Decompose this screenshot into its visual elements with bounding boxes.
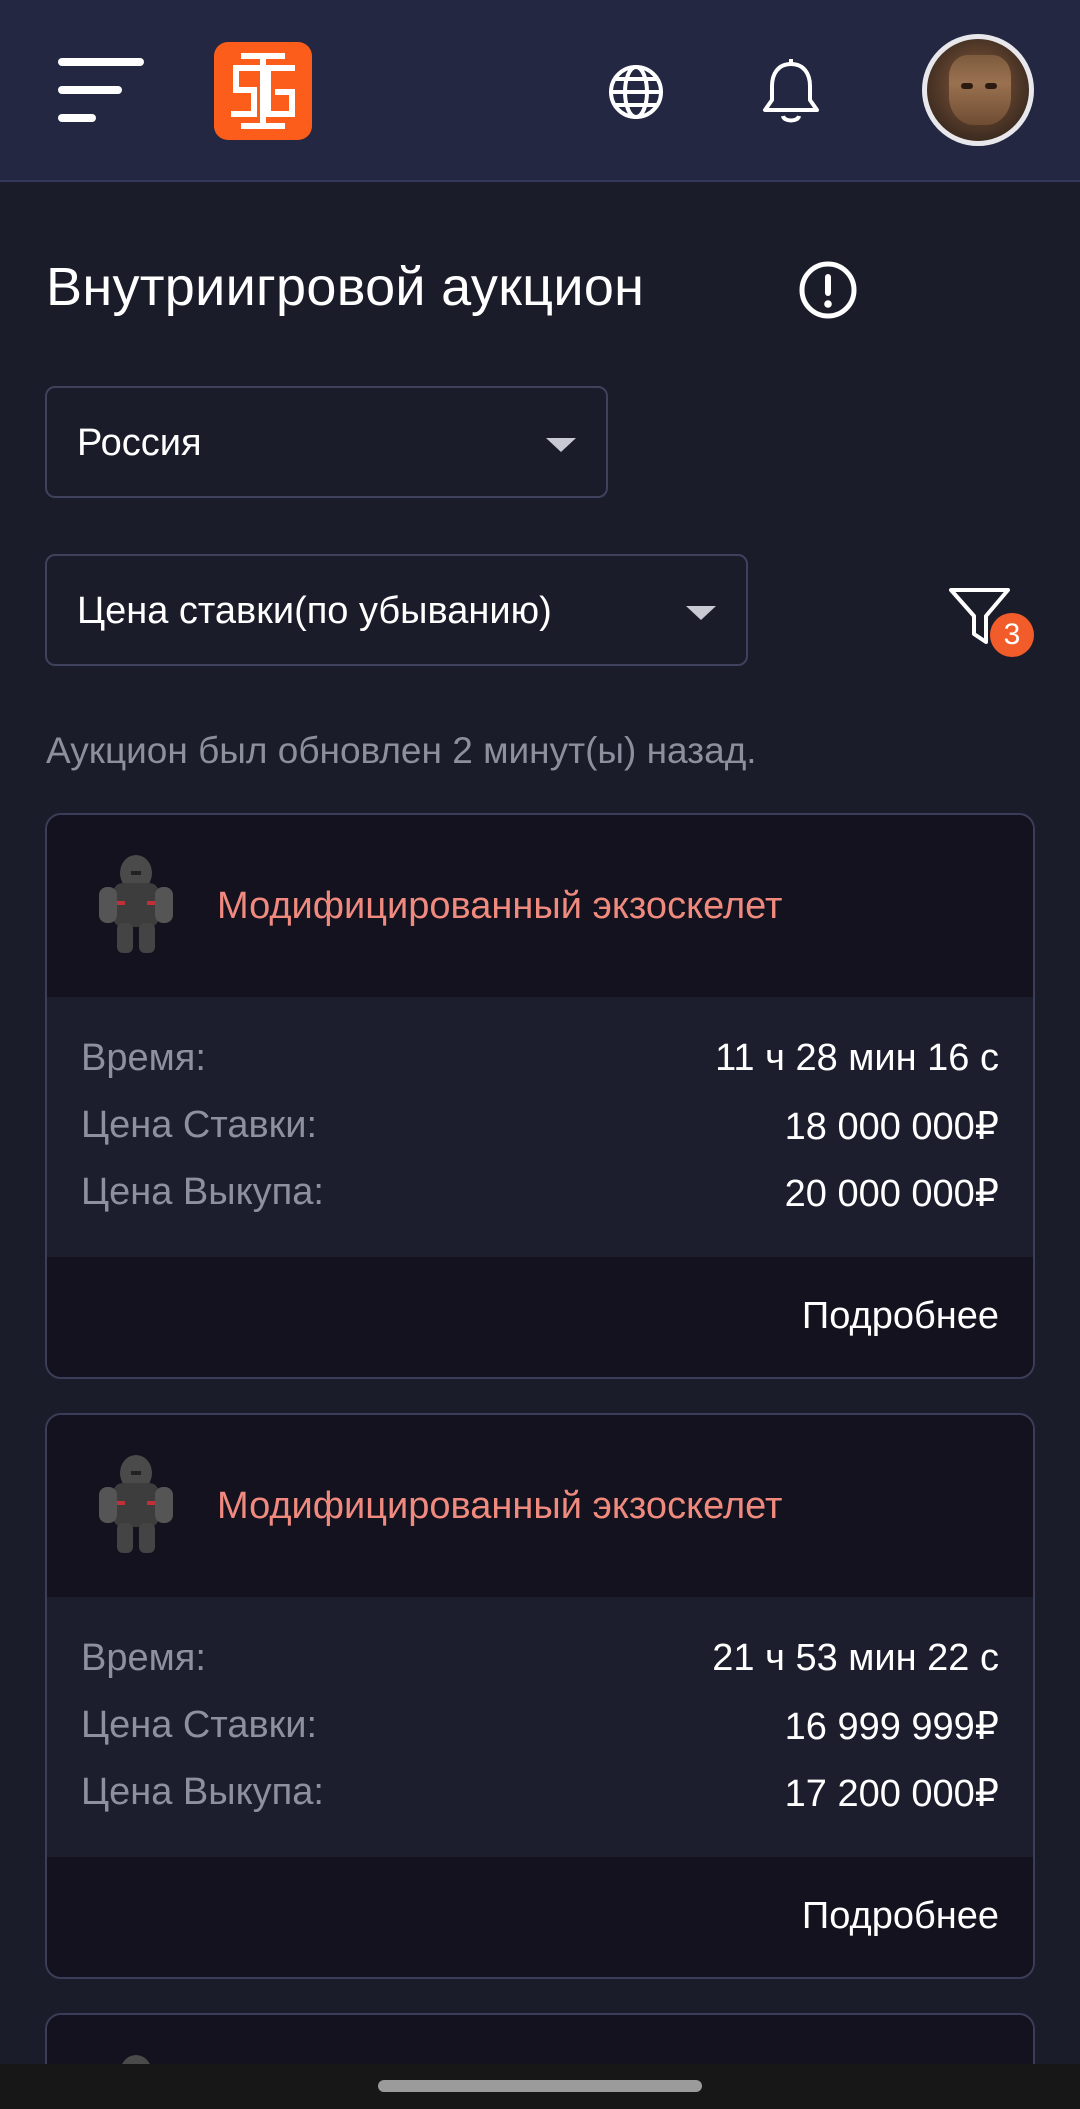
lot-footer: Подробнее bbox=[47, 1257, 1033, 1377]
lot-time-row: Время: 11 ч 28 мин 16 с bbox=[81, 1037, 999, 1087]
user-avatar[interactable] bbox=[922, 34, 1034, 146]
sort-select-value: Цена ставки(по убыванию) bbox=[77, 590, 552, 632]
lot-item-name: Модифицированный экзоскелет bbox=[217, 1485, 783, 1527]
auction-lot-card: Модифицированный экзоскелет Время: 11 ч … bbox=[45, 813, 1035, 1379]
bell-icon[interactable] bbox=[760, 56, 822, 128]
sort-select[interactable]: Цена ставки(по убыванию) bbox=[45, 554, 748, 666]
hamburger-menu-icon[interactable] bbox=[58, 58, 146, 126]
lot-details: Время: 21 ч 53 мин 22 с Цена Ставки: 16 … bbox=[47, 1597, 1033, 1857]
auction-lot-card: Модифицированный экзоскелет Время: 21 ч … bbox=[45, 1413, 1035, 1979]
brand-logo-icon[interactable] bbox=[214, 42, 312, 140]
lot-item-name: Модифицированный экзоскелет bbox=[217, 885, 783, 927]
lot-buyout-value: 17 200 000₽ bbox=[784, 1773, 999, 1815]
lot-details-button[interactable]: Подробнее bbox=[802, 1895, 999, 1938]
lot-buyout-label: Цена Выкупа: bbox=[81, 1171, 324, 1213]
lot-buyout-row: Цена Выкупа: 20 000 000₽ bbox=[81, 1171, 999, 1221]
server-select[interactable]: Россия bbox=[45, 386, 608, 498]
info-icon[interactable] bbox=[798, 260, 858, 320]
globe-icon[interactable] bbox=[606, 62, 666, 122]
lot-footer: Подробнее bbox=[47, 1857, 1033, 1977]
lot-buyout-value: 20 000 000₽ bbox=[784, 1173, 999, 1215]
filter-count-badge: 3 bbox=[990, 613, 1034, 657]
lot-bid-value: 16 999 999₽ bbox=[784, 1706, 999, 1748]
home-indicator[interactable] bbox=[378, 2080, 702, 2092]
lot-time-label: Время: bbox=[81, 1037, 206, 1079]
lot-details-button[interactable]: Подробнее bbox=[802, 1295, 999, 1338]
auction-updated-text: Аукцион был обновлен 2 минут(ы) назад. bbox=[46, 730, 757, 771]
lot-buyout-row: Цена Выкупа: 17 200 000₽ bbox=[81, 1771, 999, 1821]
exoskeleton-item-icon bbox=[93, 849, 179, 959]
lot-header: Модифицированный экзоскелет bbox=[47, 815, 1033, 997]
chevron-down-icon bbox=[546, 438, 576, 452]
lot-time-value: 21 ч 53 мин 22 с bbox=[712, 1637, 999, 1679]
lot-buyout-label: Цена Выкупа: bbox=[81, 1771, 324, 1813]
top-app-bar bbox=[0, 0, 1080, 182]
lot-time-label: Время: bbox=[81, 1637, 206, 1679]
lot-header: Модифицированный экзоскелет bbox=[47, 1415, 1033, 1597]
page-title: Внутриигровой аукцион bbox=[46, 257, 645, 317]
lot-details: Время: 11 ч 28 мин 16 с Цена Ставки: 18 … bbox=[47, 997, 1033, 1257]
chevron-down-icon bbox=[686, 606, 716, 620]
lot-bid-label: Цена Ставки: bbox=[81, 1704, 318, 1746]
lot-bid-label: Цена Ставки: bbox=[81, 1104, 318, 1146]
exoskeleton-item-icon bbox=[93, 1449, 179, 1559]
lot-bid-value: 18 000 000₽ bbox=[784, 1106, 999, 1148]
lot-time-row: Время: 21 ч 53 мин 22 с bbox=[81, 1637, 999, 1687]
lot-bid-row: Цена Ставки: 18 000 000₽ bbox=[81, 1104, 999, 1154]
lot-bid-row: Цена Ставки: 16 999 999₽ bbox=[81, 1704, 999, 1754]
lot-time-value: 11 ч 28 мин 16 с bbox=[715, 1037, 999, 1079]
server-select-value: Россия bbox=[77, 422, 202, 464]
